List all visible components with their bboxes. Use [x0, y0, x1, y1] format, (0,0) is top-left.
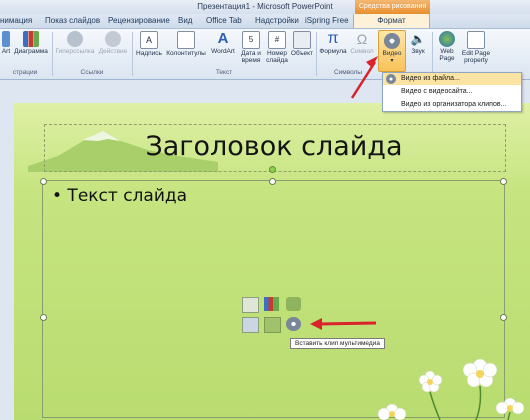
action-button[interactable]: Действие [97, 31, 129, 55]
calendar-icon: 5 [242, 31, 260, 49]
divider [432, 32, 433, 76]
resize-handle[interactable] [500, 178, 507, 185]
omega-icon: Ω [356, 31, 368, 47]
speaker-icon: 🔈 [410, 32, 426, 46]
title-bar: Презентация1 - Microsoft PowerPoint Сред… [0, 0, 530, 14]
tab-office[interactable]: Office Tab [206, 16, 242, 25]
wordart-label: WordArt [211, 48, 235, 55]
rotate-handle[interactable] [269, 166, 276, 173]
datetime-button[interactable]: 5 Дата и время [238, 31, 264, 64]
smartart-icon[interactable] [286, 297, 301, 311]
chart-label: Диаграмма [14, 48, 48, 55]
resize-handle[interactable] [40, 178, 47, 185]
globe-link-icon [67, 31, 83, 47]
edit-page-property-label: Edit Page property [461, 50, 491, 64]
textbox-label: Надпись [136, 50, 162, 57]
object-label: Объект [290, 50, 314, 57]
menu-item-video-from-clip-organizer[interactable]: Видео из организатора клипов... [383, 99, 521, 111]
action-icon [105, 31, 121, 47]
chart-icon[interactable] [264, 297, 279, 311]
slide-number-label: Номер слайда [266, 50, 288, 64]
smartart-label: Art [1, 48, 11, 55]
tab-addins[interactable]: Надстройки [255, 16, 299, 25]
chart-button[interactable]: Диаграмма [12, 31, 50, 55]
equation-label: Формула [319, 48, 347, 55]
audio-label: Звук [411, 48, 425, 55]
slide-title[interactable]: Заголовок слайда [44, 131, 504, 162]
web-page-button[interactable]: Web Page [434, 31, 460, 62]
symbol-button[interactable]: Ω Символ [348, 31, 376, 55]
tab-view[interactable]: Вид [178, 16, 192, 25]
tab-format[interactable]: Формат [353, 14, 430, 28]
object-button[interactable]: Объект [290, 31, 314, 57]
menu-item-label: Видео с видеосайта... [401, 88, 473, 95]
video-label: Видео [382, 50, 402, 57]
clipart-icon[interactable] [264, 317, 281, 333]
smartart-icon [2, 31, 10, 47]
flowers-decoration [377, 358, 525, 420]
film-reel-icon [386, 74, 396, 84]
film-reel-icon [384, 33, 400, 49]
table-icon[interactable] [242, 297, 259, 313]
textbox-icon: A [140, 31, 158, 49]
textbox-button[interactable]: A Надпись [134, 31, 164, 57]
resize-handle[interactable] [40, 314, 47, 321]
datetime-label: Дата и время [241, 50, 261, 64]
tab-slideshow[interactable]: Показ слайдов [45, 16, 100, 25]
hyperlink-label: Гиперссылка [55, 48, 95, 55]
slide-number-icon: # [268, 31, 286, 49]
web-page-label: Web Page [439, 48, 455, 62]
hyperlink-button[interactable]: Гиперссылка [54, 31, 96, 55]
window-title: Презентация1 - Microsoft PowerPoint [197, 2, 333, 11]
video-button[interactable]: Видео ▾ [378, 30, 406, 72]
header-footer-button[interactable]: Колонтитулы [164, 31, 208, 57]
menu-item-video-from-website[interactable]: Видео с видеосайта... [383, 86, 521, 98]
drawing-tools-label: Средства рисования [355, 0, 430, 14]
menu-item-video-from-file[interactable]: Видео из файла... [383, 73, 521, 85]
tab-review[interactable]: Рецензирование [108, 16, 170, 25]
wordart-button[interactable]: A WordArt [208, 30, 238, 56]
page-property-icon [467, 31, 485, 49]
group-symbols: Символы [333, 69, 363, 76]
equation-button[interactable]: π Формула [318, 30, 348, 56]
chart-icon [23, 31, 39, 47]
picture-icon[interactable] [242, 317, 259, 333]
header-footer-icon [177, 31, 195, 49]
globe-icon [439, 31, 455, 47]
group-illustrations: страции [12, 69, 38, 76]
slide-number-button[interactable]: # Номер слайда [264, 31, 290, 64]
media-clip-icon[interactable] [286, 317, 301, 331]
ribbon-tabs: нимация Показ слайдов Рецензирование Вид… [0, 14, 530, 29]
divider [316, 32, 317, 76]
bullet-text[interactable]: • Текст слайда [52, 186, 187, 206]
tab-ispring[interactable]: iSpring Free [305, 16, 349, 25]
group-links: Ссылки [80, 69, 104, 76]
resize-handle[interactable] [269, 178, 276, 185]
video-dropdown-menu: Видео из файла... Видео с видеосайта... … [382, 72, 522, 112]
divider [132, 32, 133, 76]
divider [52, 32, 53, 76]
resize-handle[interactable] [500, 314, 507, 321]
symbol-label: Символ [350, 48, 374, 55]
audio-button[interactable]: 🔈 Звук [407, 31, 429, 55]
action-label: Действие [98, 48, 128, 55]
edit-page-property-button[interactable]: Edit Page property [460, 31, 492, 64]
menu-item-label: Видео из файла... [401, 75, 460, 82]
header-footer-label: Колонтитулы [166, 50, 206, 57]
pi-icon: π [327, 30, 339, 47]
tab-animation[interactable]: нимация [0, 16, 32, 25]
wordart-icon: A [217, 30, 229, 47]
smartart-button[interactable]: Art [0, 31, 12, 55]
object-icon [293, 31, 311, 49]
group-text: Текст [215, 69, 233, 76]
chevron-down-icon: ▾ [390, 58, 394, 64]
menu-item-label: Видео из организатора клипов... [401, 101, 507, 108]
